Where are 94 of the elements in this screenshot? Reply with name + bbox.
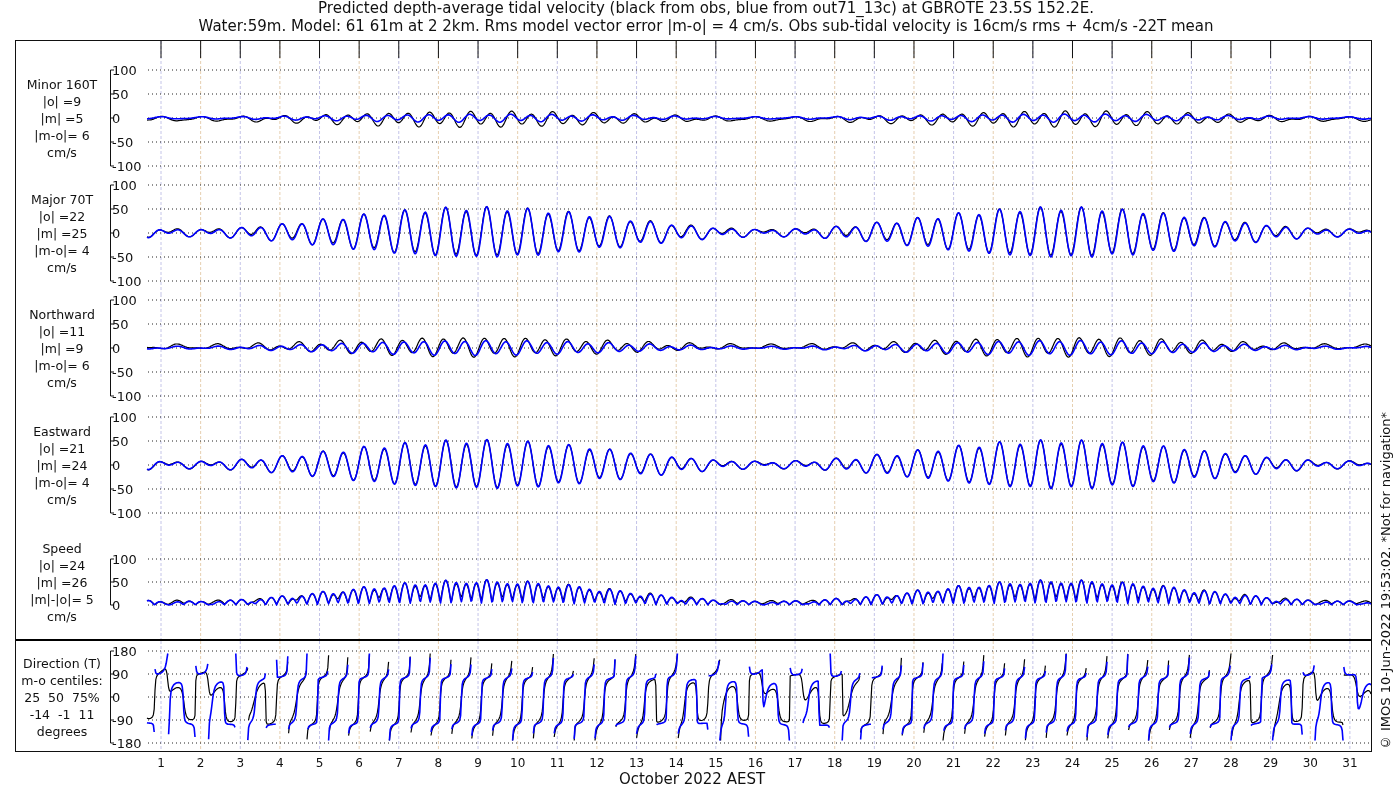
y-tick-label: 100 xyxy=(112,63,137,78)
x-tick-label: 25 xyxy=(1104,756,1120,770)
x-tick-label: 31 xyxy=(1342,756,1358,770)
panel-label: 25 50 75% xyxy=(24,688,100,706)
x-tick-label: 4 xyxy=(276,756,284,770)
x-tick-label: 20 xyxy=(906,756,922,770)
panel-label: Northward xyxy=(29,305,95,323)
y-tick-label: 100 xyxy=(112,178,137,193)
x-tick-label: 6 xyxy=(355,756,363,770)
y-tick-label: 100 xyxy=(112,294,137,308)
y-tick-label: 50 xyxy=(112,202,129,217)
y-tick-label: -50 xyxy=(112,365,134,380)
panel-label: |m-o|= 4 xyxy=(34,241,90,259)
panel-label: |m| =5 xyxy=(40,109,84,127)
y-tick-label: -50 xyxy=(112,482,134,497)
x-tick-label: 3 xyxy=(236,756,245,770)
panel-label: Minor 160T xyxy=(26,75,98,93)
panel-label: cm/s xyxy=(47,490,77,508)
panel-label: Direction (T) xyxy=(23,654,101,672)
panel-label: |m-o|= 4 xyxy=(34,473,90,491)
panel-label: Eastward xyxy=(33,422,91,440)
y-tick-label: 180 xyxy=(112,644,137,659)
panel-label: cm/s xyxy=(47,607,77,625)
y-tick-label: -100 xyxy=(112,506,142,521)
x-tick-label: 8 xyxy=(434,756,443,770)
y-tick-label: 50 xyxy=(112,434,129,449)
panel-label: |m| =25 xyxy=(36,224,88,242)
y-tick-label: 0 xyxy=(112,598,121,613)
x-tick-label: 17 xyxy=(787,756,803,770)
panel-label: |m-o|= 6 xyxy=(34,126,90,144)
panel-label: -14 -1 11 xyxy=(29,705,95,723)
x-tick-label: 28 xyxy=(1223,756,1239,770)
x-tick-label: 30 xyxy=(1302,756,1318,770)
y-axis xyxy=(110,558,115,606)
panel-label: cm/s xyxy=(47,258,77,276)
y-tick-label: -90 xyxy=(112,713,134,728)
panel-label: m-o centiles: xyxy=(21,671,103,689)
x-tick-label: 9 xyxy=(474,756,482,770)
x-tick-label: 11 xyxy=(549,756,565,770)
copyright-note: © IMOS 10-Jun-2022 19:53:02. *Not for navigation* xyxy=(1377,411,1393,750)
figure-title: Predicted depth-average tidal velocity (black from obs, blue from out71_13c) at GBROTE 23.5S 152.2E. xyxy=(318,0,1094,18)
y-tick-label: 90 xyxy=(112,667,129,682)
panel-label: |m| =9 xyxy=(40,339,84,357)
x-tick-label: 15 xyxy=(708,756,724,770)
y-tick-label: 0 xyxy=(112,226,121,241)
x-tick-label: 22 xyxy=(985,756,1001,770)
x-tick-label: 21 xyxy=(945,756,962,770)
panel-label: |o| =21 xyxy=(38,439,86,457)
x-tick-label: 23 xyxy=(1025,756,1041,770)
x-tick-label: 1 xyxy=(157,756,165,770)
x-tick-label: 24 xyxy=(1064,756,1081,770)
y-tick-label: 50 xyxy=(112,87,129,102)
y-tick-label: -180 xyxy=(112,736,142,751)
panel-label: cm/s xyxy=(47,143,77,161)
panel-label: |m-o|= 6 xyxy=(34,356,90,374)
y-tick-label: 50 xyxy=(112,317,129,332)
y-tick-label: -50 xyxy=(112,250,134,265)
panel-label: |o| =22 xyxy=(38,207,86,225)
x-tick-label: 14 xyxy=(668,756,684,770)
panel-label: Speed xyxy=(42,539,82,557)
panel-label: cm/s xyxy=(47,373,77,391)
x-tick-label: 7 xyxy=(394,756,403,770)
panel-label: |m| =24 xyxy=(36,456,88,474)
y-tick-label: 0 xyxy=(112,690,121,705)
x-tick-label: 2 xyxy=(196,756,205,770)
x-tick-label: 12 xyxy=(589,756,605,770)
x-tick-label: 18 xyxy=(827,756,843,770)
figure-title: Water:59m. Model: 61 61m at 2 2km. Rms model vector error |m-o| = 4 cm/s. Obs sub-tidal velocity is 16cm/s rms + 4cm/s -22T mean xyxy=(198,17,1214,35)
panel-label: |m| =26 xyxy=(36,573,88,591)
y-tick-label: 50 xyxy=(112,575,129,590)
x-tick-label: 5 xyxy=(315,756,324,770)
y-tick-label: 100 xyxy=(112,411,137,425)
panel-label: |o| =9 xyxy=(42,92,82,110)
y-tick-label: -100 xyxy=(112,389,142,404)
x-tick-label: 13 xyxy=(628,756,645,770)
x-tick-label: 10 xyxy=(510,756,526,770)
panel-label: |m|-|o|= 5 xyxy=(30,590,94,608)
panel-label: degrees xyxy=(36,722,88,740)
y-tick-label: 0 xyxy=(112,111,121,126)
y-tick-label: 0 xyxy=(112,458,121,473)
y-tick-label: 100 xyxy=(112,552,137,567)
y-tick-label: -50 xyxy=(112,135,134,150)
panel-label: Major 70T xyxy=(30,190,94,208)
panel-label: |o| =11 xyxy=(38,322,86,340)
x-axis-label: October 2022 AEST xyxy=(618,770,766,788)
y-tick-label: -100 xyxy=(112,274,142,289)
x-tick-label: 16 xyxy=(747,756,764,770)
panel-label: |o| =24 xyxy=(38,556,86,574)
x-tick-label: 29 xyxy=(1263,756,1279,770)
x-tick-label: 19 xyxy=(866,756,882,770)
x-tick-label: 27 xyxy=(1183,756,1199,770)
y-tick-label: -100 xyxy=(112,159,142,174)
x-tick-label: 26 xyxy=(1144,756,1160,770)
y-tick-label: 0 xyxy=(112,341,121,356)
